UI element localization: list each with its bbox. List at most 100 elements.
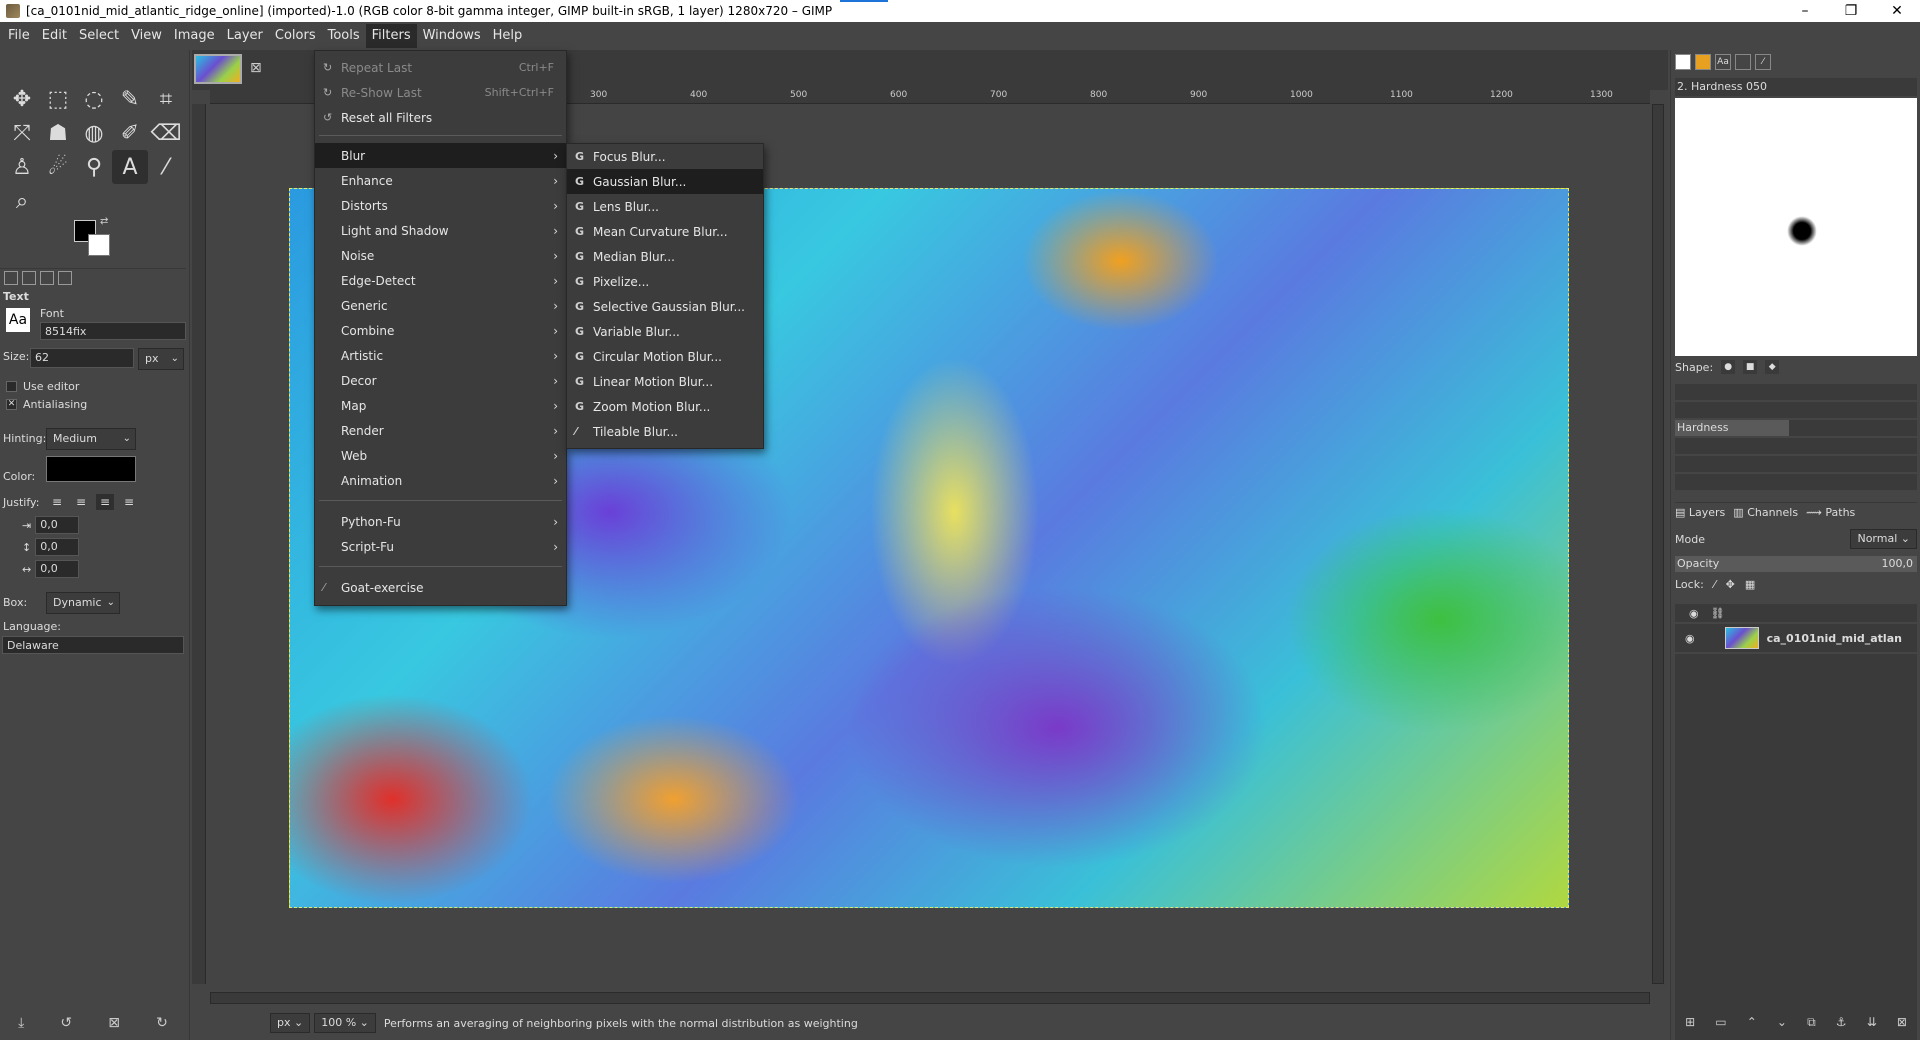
menu-tools[interactable]: Tools bbox=[322, 24, 366, 48]
circular-motion-blur-item[interactable]: G Circular Motion Blur... bbox=[567, 344, 763, 369]
circle-shape-icon[interactable]: ● bbox=[1721, 360, 1736, 374]
restore-options-icon[interactable]: ↺ bbox=[60, 1015, 72, 1031]
gaussian-blur-item[interactable]: G Gaussian Blur... bbox=[567, 169, 763, 194]
move-tool-icon[interactable]: ✥ bbox=[4, 82, 40, 116]
filters-animation-item[interactable]: Animation › bbox=[315, 468, 566, 493]
menu-colors[interactable]: Colors bbox=[269, 24, 322, 48]
layers-tab[interactable]: ▤ Layers bbox=[1675, 506, 1725, 519]
filters-web-item[interactable]: Web › bbox=[315, 443, 566, 468]
square-shape-icon[interactable]: ■ bbox=[1743, 360, 1758, 374]
menu-layer[interactable]: Layer bbox=[221, 24, 269, 48]
filters-decor-item[interactable]: Decor › bbox=[315, 368, 566, 393]
menu-help[interactable]: Help bbox=[487, 24, 529, 48]
justify-fill-icon[interactable]: ≡ bbox=[120, 494, 138, 510]
channels-tab[interactable]: ▥ Channels bbox=[1733, 506, 1798, 519]
paint-dynamics-tab-icon[interactable]: ⁄ bbox=[1755, 54, 1771, 70]
merge-layer-icon[interactable]: ⇊ bbox=[1867, 1015, 1877, 1029]
free-select-tool-icon[interactable]: ◌ bbox=[76, 82, 112, 116]
repeat-last-item[interactable]: ↻ Repeat Last Ctrl+F bbox=[315, 55, 566, 80]
vertical-ruler[interactable] bbox=[192, 104, 206, 984]
lock-position-icon[interactable]: ✥ bbox=[1726, 578, 1735, 591]
pixelize-item[interactable]: G Pixelize... bbox=[567, 269, 763, 294]
lower-layer-icon[interactable]: ⌄ bbox=[1777, 1015, 1787, 1029]
horizontal-scrollbar[interactable] bbox=[210, 992, 1650, 1004]
raise-layer-icon[interactable]: ⌃ bbox=[1747, 1015, 1757, 1029]
menu-windows[interactable]: Windows bbox=[417, 24, 487, 48]
paths-tab[interactable]: ⟿ Paths bbox=[1806, 506, 1855, 519]
filters-render-item[interactable]: Render › bbox=[315, 418, 566, 443]
variable-blur-item[interactable]: G Variable Blur... bbox=[567, 319, 763, 344]
rect-select-tool-icon[interactable]: ⬚ bbox=[40, 82, 76, 116]
transform-tool-icon[interactable]: ⤧ bbox=[4, 116, 40, 150]
anchor-layer-icon[interactable]: ⚓ bbox=[1836, 1015, 1847, 1029]
maximize-button[interactable]: ❐ bbox=[1828, 0, 1874, 22]
status-unit-combo[interactable]: px ⌄ bbox=[270, 1013, 311, 1033]
focus-blur-item[interactable]: G Focus Blur... bbox=[567, 144, 763, 169]
lock-alpha-icon[interactable]: ▦ bbox=[1745, 578, 1755, 591]
text-tool-icon[interactable]: A bbox=[112, 150, 148, 184]
delete-layer-icon[interactable]: ⊠ bbox=[1897, 1015, 1907, 1029]
hardness-slider[interactable]: Hardness bbox=[1675, 420, 1917, 436]
menu-select[interactable]: Select bbox=[73, 24, 125, 48]
filters-artistic-item[interactable]: Artistic › bbox=[315, 343, 566, 368]
filters-blur-item[interactable]: Blur › bbox=[315, 143, 566, 168]
hinting-combo[interactable]: Medium ⌄ bbox=[46, 428, 136, 450]
filters-combine-item[interactable]: Combine › bbox=[315, 318, 566, 343]
indent-field[interactable]: 0,0 bbox=[35, 516, 80, 534]
spikes-slider[interactable] bbox=[1675, 402, 1917, 418]
images-tab-icon[interactable] bbox=[58, 270, 72, 285]
device-status-tab-icon[interactable] bbox=[22, 270, 36, 285]
brush-preview[interactable] bbox=[1675, 98, 1917, 356]
image-tab-thumbnail[interactable] bbox=[194, 54, 242, 84]
tileable-blur-item[interactable]: ⁄ Tileable Blur... bbox=[567, 419, 763, 444]
use-editor-row[interactable]: Use editor bbox=[6, 380, 79, 393]
filters-map-item[interactable]: Map › bbox=[315, 393, 566, 418]
menu-view[interactable]: View bbox=[125, 24, 168, 48]
eraser-tool-icon[interactable]: ⌫ bbox=[148, 116, 184, 150]
radius-slider[interactable] bbox=[1675, 384, 1917, 400]
eye-icon[interactable]: ◉ bbox=[1685, 632, 1695, 645]
undo-history-tab-icon[interactable] bbox=[40, 270, 54, 285]
fg-bg-colors[interactable]: ⇄ bbox=[74, 216, 114, 260]
letter-spacing-field[interactable]: 0,0 bbox=[35, 560, 80, 578]
lens-blur-item[interactable]: G Lens Blur... bbox=[567, 194, 763, 219]
swap-colors-icon[interactable]: ⇄ bbox=[100, 216, 108, 227]
reset-options-icon[interactable]: ↻ bbox=[156, 1015, 168, 1031]
filters-script-fu-item[interactable]: Script-Fu › bbox=[315, 534, 566, 559]
vertical-scrollbar[interactable] bbox=[1652, 104, 1664, 984]
close-button[interactable]: ✕ bbox=[1874, 0, 1920, 22]
bucket-fill-tool-icon[interactable]: ◍ bbox=[76, 116, 112, 150]
reset-all-filters-item[interactable]: ↺ Reset all Filters bbox=[315, 105, 566, 130]
justify-right-icon[interactable]: ≡ bbox=[72, 494, 90, 510]
menu-filters[interactable]: Filters bbox=[365, 24, 417, 48]
fonts-tab-icon[interactable]: Aa bbox=[1715, 54, 1731, 70]
size-unit-combo[interactable]: px ⌄ bbox=[138, 348, 184, 370]
tool-options-tab-icon[interactable] bbox=[4, 270, 18, 285]
filters-noise-item[interactable]: Noise › bbox=[315, 243, 566, 268]
new-layer-icon[interactable]: ⊞ bbox=[1685, 1015, 1695, 1029]
fuzzy-select-tool-icon[interactable]: ✎ bbox=[112, 82, 148, 116]
zoom-combo[interactable]: 100 % ⌄ bbox=[314, 1013, 376, 1033]
text-color-swatch[interactable] bbox=[46, 456, 136, 482]
save-options-icon[interactable]: ⤓ bbox=[18, 1015, 24, 1031]
angle-slider[interactable] bbox=[1675, 456, 1917, 472]
minimize-button[interactable]: – bbox=[1782, 0, 1828, 22]
mean-curvature-blur-item[interactable]: G Mean Curvature Blur... bbox=[567, 219, 763, 244]
warp-tool-icon[interactable]: ☗ bbox=[40, 116, 76, 150]
close-image-tab-icon[interactable]: ⊠ bbox=[250, 60, 262, 76]
selective-gaussian-blur-item[interactable]: G Selective Gaussian Blur... bbox=[567, 294, 763, 319]
menu-image[interactable]: Image bbox=[168, 24, 221, 48]
mode-combo[interactable]: Normal ⌄ bbox=[1850, 529, 1917, 549]
background-color[interactable] bbox=[88, 234, 110, 256]
aspect-ratio-slider[interactable] bbox=[1675, 438, 1917, 454]
justify-center-icon[interactable]: ≡ bbox=[96, 494, 114, 510]
new-layer-group-icon[interactable]: ▭ bbox=[1715, 1015, 1726, 1029]
zoom-tool-icon[interactable]: ⌕ bbox=[4, 184, 40, 218]
median-blur-item[interactable]: G Median Blur... bbox=[567, 244, 763, 269]
size-field[interactable]: 62 bbox=[30, 348, 134, 368]
lock-pixels-icon[interactable]: ⁄ bbox=[1714, 578, 1716, 591]
filters-python-fu-item[interactable]: Python-Fu › bbox=[315, 509, 566, 534]
layer-name[interactable]: ca_0101nid_mid_atlan bbox=[1767, 632, 1902, 645]
menu-file[interactable]: File bbox=[2, 24, 36, 48]
crop-tool-icon[interactable]: ⌗ bbox=[148, 82, 184, 116]
